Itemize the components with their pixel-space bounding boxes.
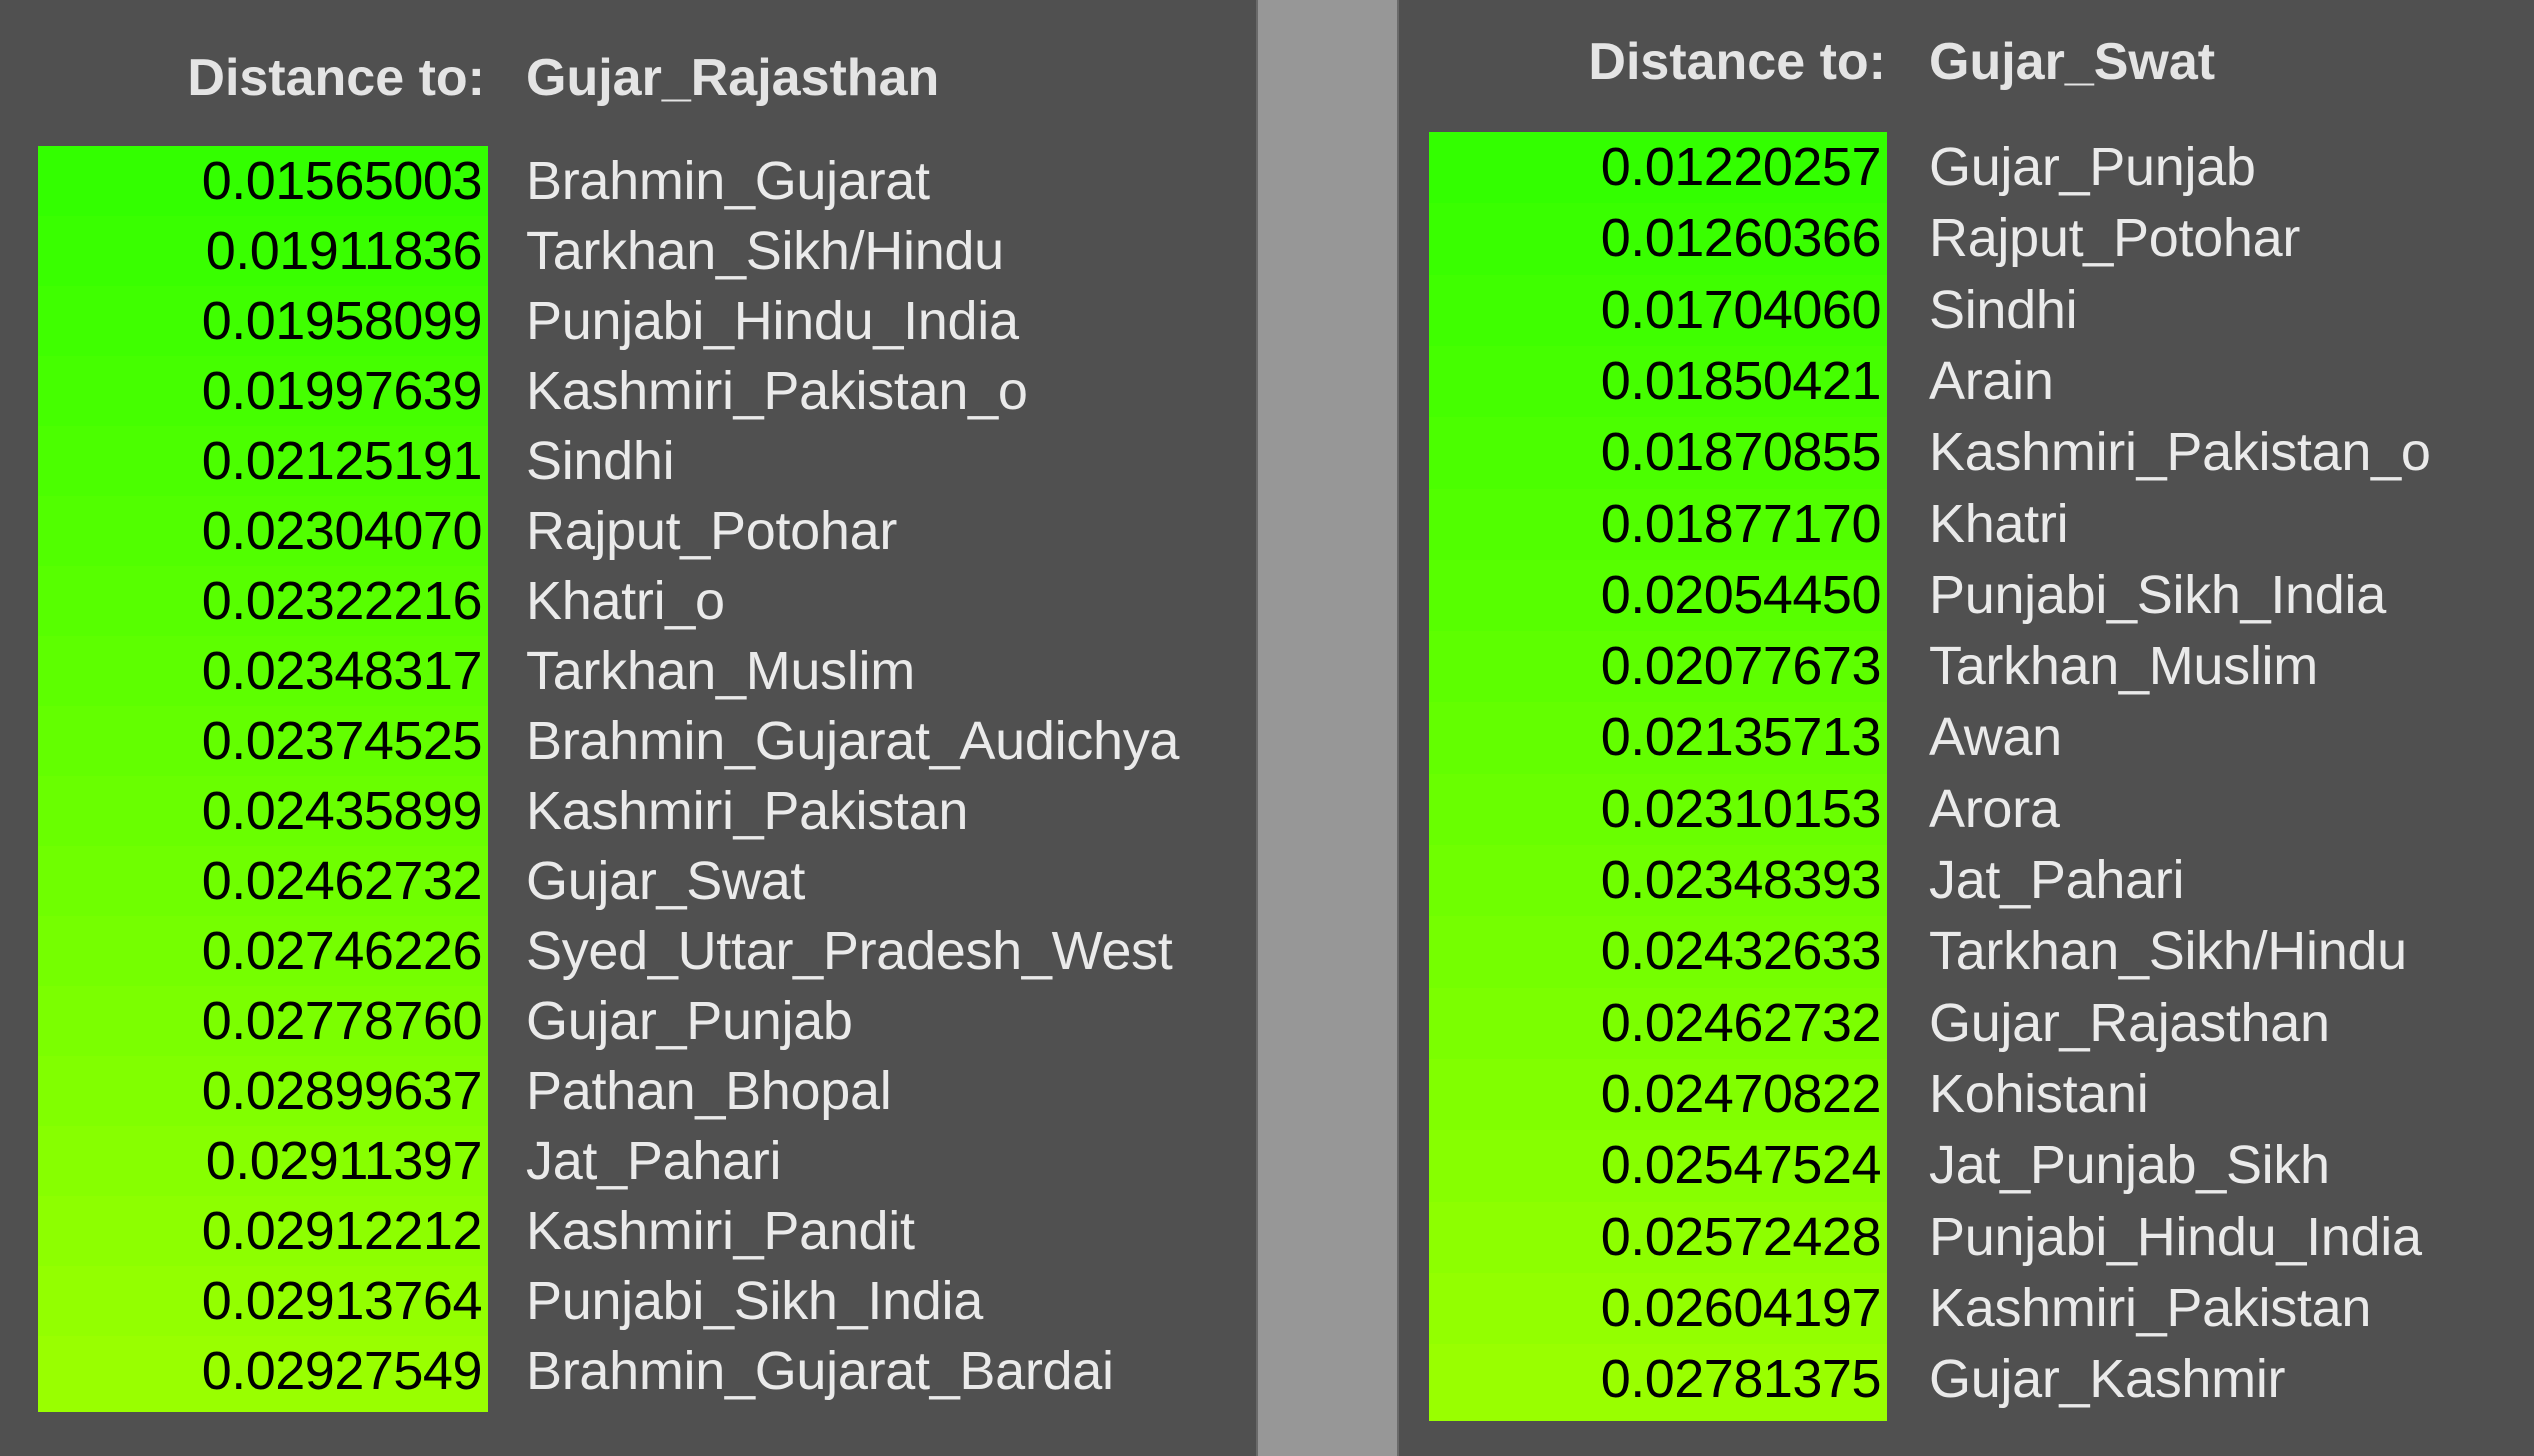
population-name: Gujar_Rajasthan [1929, 992, 2330, 1053]
distance-value: 0.02374525 [38, 706, 488, 777]
distance-panel-right: Distance to: Gujar_Swat 0.01220257 0.0126… [1397, 0, 2534, 1456]
population-name: Arora [1929, 778, 2060, 839]
population-name: Tarkhan_Muslim [1929, 636, 2318, 697]
distance-to-label: Distance to: [187, 49, 485, 107]
population-name: Arain [1929, 350, 2054, 411]
distance-panel-left: Distance to: Gujar_Rajasthan 0.01565003 0… [0, 0, 1258, 1456]
population-name: Tarkhan_Sikh/Hindu [1929, 921, 2407, 982]
distance-value: 0.02462732 [1429, 987, 1887, 1060]
distance-value: 0.02462732 [38, 846, 488, 917]
population-name: Kashmiri_Pakistan_o [526, 361, 1028, 421]
distance-value: 0.01565003 [38, 146, 488, 217]
population-name: Jat_Pahari [526, 1131, 782, 1191]
population-name: Gujar_Punjab [1929, 137, 2256, 197]
distance-value: 0.02778760 [38, 986, 488, 1057]
population-name: Khatri [1929, 493, 2069, 554]
target-population-name: Gujar_Swat [1929, 33, 2216, 91]
distance-value: 0.02470822 [1429, 1058, 1887, 1132]
distance-value-column: 0.01565003 0.01911836 0.01958099 0.01997639… [38, 146, 488, 1412]
population-name: Punjabi_Sikh_India [1929, 564, 2386, 625]
population-name: Kashmiri_Pakistan_o [1929, 422, 2431, 483]
population-name: Sindhi [526, 431, 675, 491]
distance-value: 0.02781375 [1429, 1344, 1887, 1422]
distance-value: 0.02125191 [38, 426, 488, 497]
population-name: Gujar_Kashmir [1929, 1349, 2286, 1410]
distance-value: 0.01870855 [1429, 417, 1887, 490]
population-name: Gujar_Punjab [526, 991, 853, 1051]
distance-value: 0.01997639 [38, 356, 488, 427]
distance-to-label: Distance to: [1588, 33, 1886, 91]
population-name: Brahmin_Gujarat [526, 151, 930, 211]
population-name: Gujar_Swat [526, 851, 806, 911]
distance-value: 0.01704060 [1429, 274, 1887, 347]
population-name: Pathan_Bhopal [526, 1061, 892, 1121]
population-name: Kashmiri_Pakistan [526, 781, 969, 841]
distance-value: 0.02912212 [38, 1196, 488, 1267]
population-name: Punjabi_Hindu_India [1929, 1206, 2422, 1267]
population-name: Jat_Punjab_Sikh [1929, 1135, 2330, 1196]
distance-value: 0.02322216 [38, 566, 488, 637]
distance-value: 0.01220257 [1429, 132, 1887, 205]
distance-value: 0.02572428 [1429, 1201, 1887, 1274]
population-name: Punjabi_Hindu_India [526, 291, 1019, 351]
distance-value: 0.02135713 [1429, 702, 1887, 775]
population-name: Khatri_o [526, 571, 725, 631]
distance-value: 0.01877170 [1429, 488, 1887, 561]
population-name: Kashmiri_Pakistan [1929, 1277, 2372, 1338]
distance-value: 0.01850421 [1429, 345, 1887, 419]
target-population-name: Gujar_Rajasthan [526, 49, 940, 107]
population-name: Syed_Uttar_Pradesh_West [526, 921, 1173, 981]
distance-value-column: 0.01220257 0.01260366 0.01704060 0.01850421… [1429, 132, 1887, 1422]
population-name: Tarkhan_Sikh/Hindu [526, 221, 1004, 281]
population-name: Kohistani [1929, 1063, 2149, 1124]
distance-value: 0.02435899 [38, 776, 488, 847]
population-name: Tarkhan_Muslim [526, 641, 915, 701]
population-name: Rajput_Potohar [526, 501, 898, 561]
distance-value: 0.02547524 [1429, 1130, 1887, 1203]
population-name: Jat_Pahari [1929, 850, 2185, 910]
distance-value: 0.02304070 [38, 496, 488, 567]
population-name: Punjabi_Sikh_India [526, 1271, 983, 1331]
population-name: Awan [1929, 707, 2062, 768]
distance-value: 0.01911836 [38, 216, 488, 287]
distance-value: 0.02604197 [1429, 1272, 1887, 1346]
distance-value: 0.02432633 [1429, 916, 1887, 989]
distance-value: 0.02310153 [1429, 773, 1887, 846]
distance-value: 0.02911397 [38, 1126, 488, 1197]
distance-value: 0.01260366 [1429, 203, 1887, 276]
distance-value: 0.02054450 [1429, 559, 1887, 633]
distance-value: 0.02746226 [38, 916, 488, 987]
distance-value: 0.02927549 [38, 1336, 488, 1412]
distance-value: 0.02899637 [38, 1056, 488, 1127]
distance-value: 0.02913764 [38, 1266, 488, 1337]
distance-value: 0.02348317 [38, 636, 488, 707]
population-name: Sindhi [1929, 279, 2078, 340]
population-name: Rajput_Potohar [1929, 208, 2301, 269]
distance-value: 0.02077673 [1429, 631, 1887, 704]
population-name: Brahmin_Gujarat_Bardai [526, 1341, 1114, 1401]
population-name: Brahmin_Gujarat_Audichya [526, 711, 1180, 771]
distance-value: 0.01958099 [38, 286, 488, 357]
population-name: Kashmiri_Pandit [526, 1201, 915, 1261]
distance-value: 0.02348393 [1429, 845, 1887, 918]
